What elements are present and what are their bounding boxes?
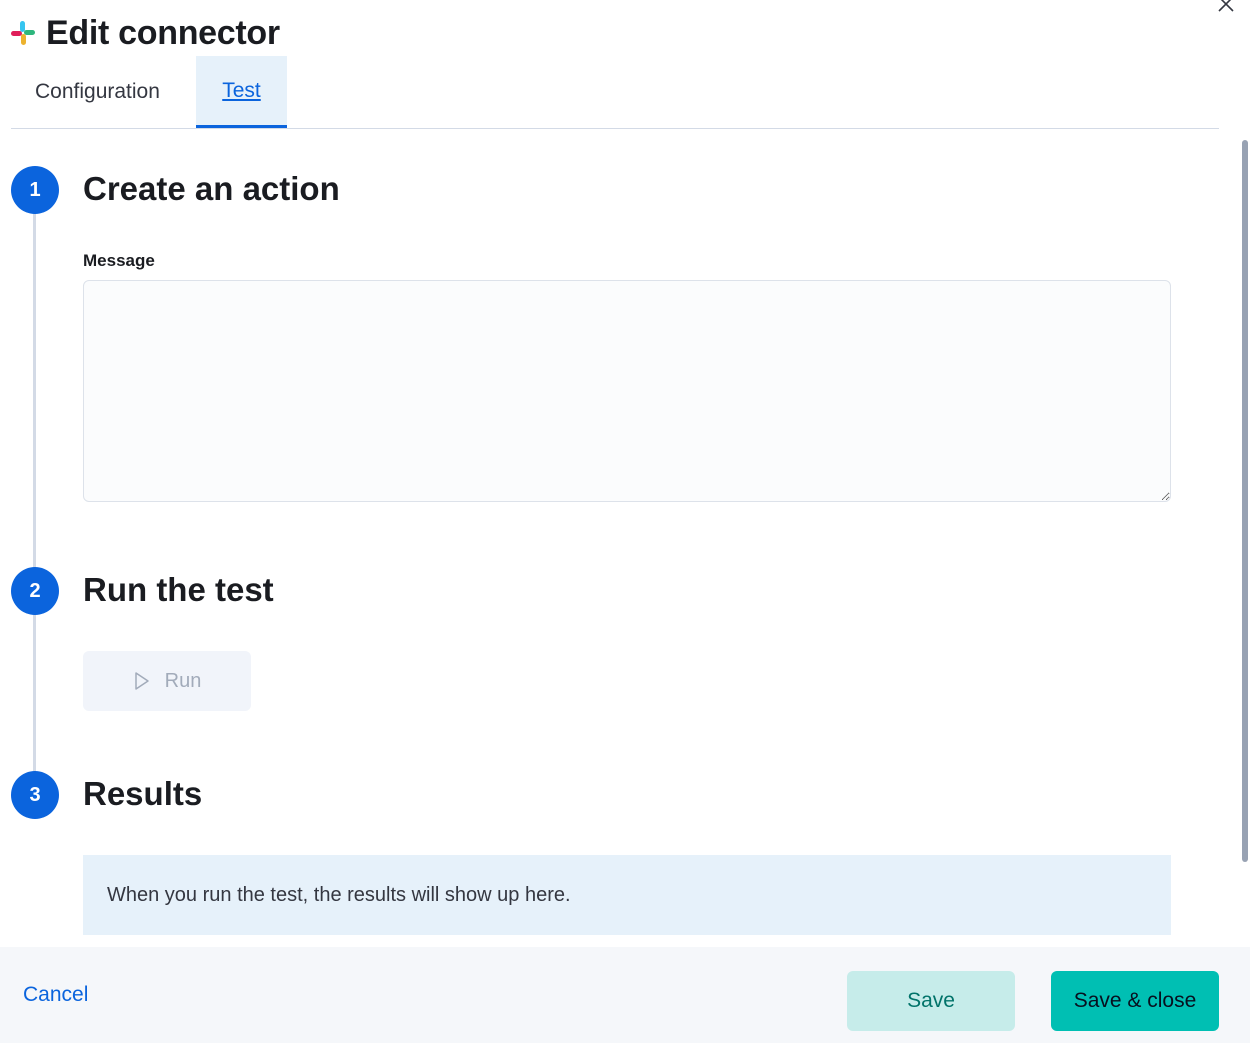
step-connector-line <box>33 190 36 590</box>
step-number-2: 2 <box>11 567 59 615</box>
message-label: Message <box>83 251 155 270</box>
play-icon <box>134 672 149 690</box>
save-button[interactable]: Save <box>847 971 1015 1031</box>
page-title: Edit connector <box>46 13 280 52</box>
tab-bar: Configuration Test <box>11 56 1219 129</box>
scrollbar[interactable] <box>1242 140 1248 862</box>
results-callout: When you run the test, the results will … <box>83 855 1171 935</box>
cancel-button[interactable]: Cancel <box>23 983 88 1007</box>
step-title-run-test: Run the test <box>83 571 274 608</box>
flyout-footer: Cancel Save Save & close <box>0 947 1250 1043</box>
message-textarea[interactable] <box>83 280 1171 502</box>
results-placeholder-text: When you run the test, the results will … <box>107 883 571 906</box>
step-connector-line <box>33 590 36 794</box>
step-title-create-action: Create an action <box>83 170 340 207</box>
save-and-close-button[interactable]: Save & close <box>1051 971 1219 1031</box>
step-number-1: 1 <box>11 166 59 214</box>
slack-logo <box>11 21 35 45</box>
close-icon[interactable] <box>1216 0 1236 14</box>
run-button[interactable]: Run <box>83 651 251 711</box>
tab-test[interactable]: Test <box>196 56 287 128</box>
run-button-label: Run <box>164 669 202 692</box>
tab-configuration[interactable]: Configuration <box>11 56 184 128</box>
flyout-header: Edit connector <box>10 12 280 54</box>
step-number-3: 3 <box>11 771 59 819</box>
step-title-results: Results <box>83 775 203 812</box>
